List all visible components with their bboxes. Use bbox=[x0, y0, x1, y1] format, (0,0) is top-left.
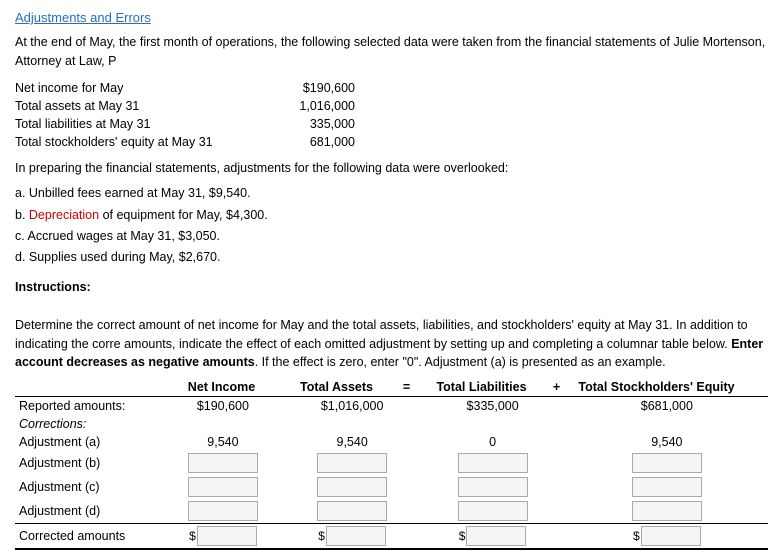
corrections-label: Corrections: bbox=[15, 415, 161, 433]
financial-label-1: Net income for May bbox=[15, 81, 255, 95]
adjustments-intro: In preparing the financial statements, a… bbox=[15, 159, 768, 178]
instructions-label: Instructions: bbox=[15, 280, 91, 294]
row-stockholders-equity-adj-c[interactable] bbox=[566, 475, 768, 499]
row-net-income-adj-c[interactable] bbox=[161, 475, 285, 499]
input-total-liabilities-corrected[interactable] bbox=[466, 526, 526, 546]
input-net-income-b[interactable] bbox=[188, 453, 258, 473]
table-row-corrections-label: Corrections: bbox=[15, 415, 768, 433]
header-total-assets: Total Assets bbox=[277, 380, 397, 394]
input-total-assets-b[interactable] bbox=[317, 453, 387, 473]
depreciation-link: Depreciation bbox=[29, 208, 99, 222]
input-total-assets-c[interactable] bbox=[317, 477, 387, 497]
instructions-body: Determine the correct amount of net inco… bbox=[15, 318, 748, 351]
column-headers: Net Income Total Assets = Total Liabilit… bbox=[15, 380, 768, 394]
intro-paragraph: At the end of May, the first month of op… bbox=[15, 33, 768, 71]
row-total-assets-corrected[interactable]: $ bbox=[285, 524, 420, 550]
header-equals: = bbox=[397, 380, 417, 394]
row-label-adj-b: Adjustment (b) bbox=[15, 451, 161, 475]
page-title: Adjustments and Errors bbox=[15, 10, 768, 25]
row-total-liabilities-adj-c[interactable] bbox=[420, 475, 566, 499]
input-net-income-d[interactable] bbox=[188, 501, 258, 521]
row-total-liabilities-reported: $335,000 bbox=[420, 397, 566, 416]
table-row-adjustment-a: Adjustment (a) 9,540 9,540 0 9,540 bbox=[15, 433, 768, 451]
row-net-income-reported: $190,600 bbox=[161, 397, 285, 416]
financial-label-3: Total liabilities at May 31 bbox=[15, 117, 255, 131]
row-total-liabilities-adj-a: 0 bbox=[420, 433, 566, 451]
row-stockholders-equity-corrected[interactable]: $ bbox=[566, 524, 768, 550]
financial-data: Net income for May $190,600 Total assets… bbox=[15, 81, 768, 149]
input-total-assets-corrected[interactable] bbox=[326, 526, 386, 546]
row-label-adj-d: Adjustment (d) bbox=[15, 499, 161, 524]
row-label-corrected: Corrected amounts bbox=[15, 524, 161, 550]
dollar-sign-3: $ bbox=[459, 529, 466, 543]
adjustments-table: Reported amounts: $190,600 $1,016,000 $3… bbox=[15, 396, 768, 550]
table-row-adjustment-d: Adjustment (d) bbox=[15, 499, 768, 524]
row-stockholders-equity-adj-b[interactable] bbox=[566, 451, 768, 475]
row-net-income-adj-d[interactable] bbox=[161, 499, 285, 524]
financial-row-1: Net income for May $190,600 bbox=[15, 81, 768, 95]
input-total-liabilities-d[interactable] bbox=[458, 501, 528, 521]
adjustment-item-b: b. Depreciation of equipment for May, $4… bbox=[15, 205, 768, 226]
adjustment-item-a: a. Unbilled fees earned at May 31, $9,54… bbox=[15, 183, 768, 204]
row-total-assets-adj-a: 9,540 bbox=[285, 433, 420, 451]
financial-value-2: 1,016,000 bbox=[255, 99, 375, 113]
row-total-liabilities-adj-b[interactable] bbox=[420, 451, 566, 475]
input-net-income-corrected[interactable] bbox=[197, 526, 257, 546]
row-label-adj-a: Adjustment (a) bbox=[15, 433, 161, 451]
row-net-income-adj-b[interactable] bbox=[161, 451, 285, 475]
row-total-liabilities-corrected[interactable]: $ bbox=[420, 524, 566, 550]
row-total-assets-adj-c[interactable] bbox=[285, 475, 420, 499]
row-stockholders-equity-adj-d[interactable] bbox=[566, 499, 768, 524]
financial-value-1: $190,600 bbox=[255, 81, 375, 95]
table-row-adjustment-b: Adjustment (b) bbox=[15, 451, 768, 475]
item-b-suffix: of equipment for May, $4,300. bbox=[99, 208, 268, 222]
table-row-adjustment-c: Adjustment (c) bbox=[15, 475, 768, 499]
instructions-section: Instructions: Determine the correct amou… bbox=[15, 278, 768, 372]
financial-row-4: Total stockholders' equity at May 31 681… bbox=[15, 135, 768, 149]
input-total-liabilities-b[interactable] bbox=[458, 453, 528, 473]
input-stockholders-equity-d[interactable] bbox=[632, 501, 702, 521]
financial-value-3: 335,000 bbox=[255, 117, 375, 131]
header-plus: + bbox=[547, 380, 567, 394]
financial-row-3: Total liabilities at May 31 335,000 bbox=[15, 117, 768, 131]
table-row-corrected: Corrected amounts $ $ $ bbox=[15, 524, 768, 550]
financial-value-4: 681,000 bbox=[255, 135, 375, 149]
row-total-liabilities-adj-d[interactable] bbox=[420, 499, 566, 524]
row-total-assets-reported: $1,016,000 bbox=[285, 397, 420, 416]
input-stockholders-equity-b[interactable] bbox=[632, 453, 702, 473]
table-row-reported: Reported amounts: $190,600 $1,016,000 $3… bbox=[15, 397, 768, 416]
header-net-income: Net Income bbox=[167, 380, 277, 394]
financial-row-2: Total assets at May 31 1,016,000 bbox=[15, 99, 768, 113]
row-total-assets-adj-d[interactable] bbox=[285, 499, 420, 524]
header-total-liabilities: Total Liabilities bbox=[417, 380, 547, 394]
dollar-sign-4: $ bbox=[633, 529, 640, 543]
row-stockholders-equity-reported: $681,000 bbox=[566, 397, 768, 416]
input-total-liabilities-c[interactable] bbox=[458, 477, 528, 497]
row-net-income-adj-a: 9,540 bbox=[161, 433, 285, 451]
row-total-assets-adj-b[interactable] bbox=[285, 451, 420, 475]
item-b-prefix: b. bbox=[15, 208, 29, 222]
row-label-reported: Reported amounts: bbox=[15, 397, 161, 416]
financial-label-4: Total stockholders' equity at May 31 bbox=[15, 135, 255, 149]
dollar-sign-2: $ bbox=[318, 529, 325, 543]
input-stockholders-equity-c[interactable] bbox=[632, 477, 702, 497]
financial-label-2: Total assets at May 31 bbox=[15, 99, 255, 113]
table-section: Net Income Total Assets = Total Liabilit… bbox=[15, 380, 768, 550]
adjustment-item-d: d. Supplies used during May, $2,670. bbox=[15, 247, 768, 268]
row-net-income-corrected[interactable]: $ bbox=[161, 524, 285, 550]
input-stockholders-equity-corrected[interactable] bbox=[641, 526, 701, 546]
row-label-adj-c: Adjustment (c) bbox=[15, 475, 161, 499]
row-stockholders-equity-adj-a: 9,540 bbox=[566, 433, 768, 451]
dollar-sign-1: $ bbox=[189, 529, 196, 543]
instructions-end: . If the effect is zero, enter "0". Adju… bbox=[255, 355, 666, 369]
adjustments-list: a. Unbilled fees earned at May 31, $9,54… bbox=[15, 183, 768, 268]
adjustment-item-c: c. Accrued wages at May 31, $3,050. bbox=[15, 226, 768, 247]
input-net-income-c[interactable] bbox=[188, 477, 258, 497]
header-stockholders-equity: Total Stockholders' Equity bbox=[567, 380, 747, 394]
input-total-assets-d[interactable] bbox=[317, 501, 387, 521]
